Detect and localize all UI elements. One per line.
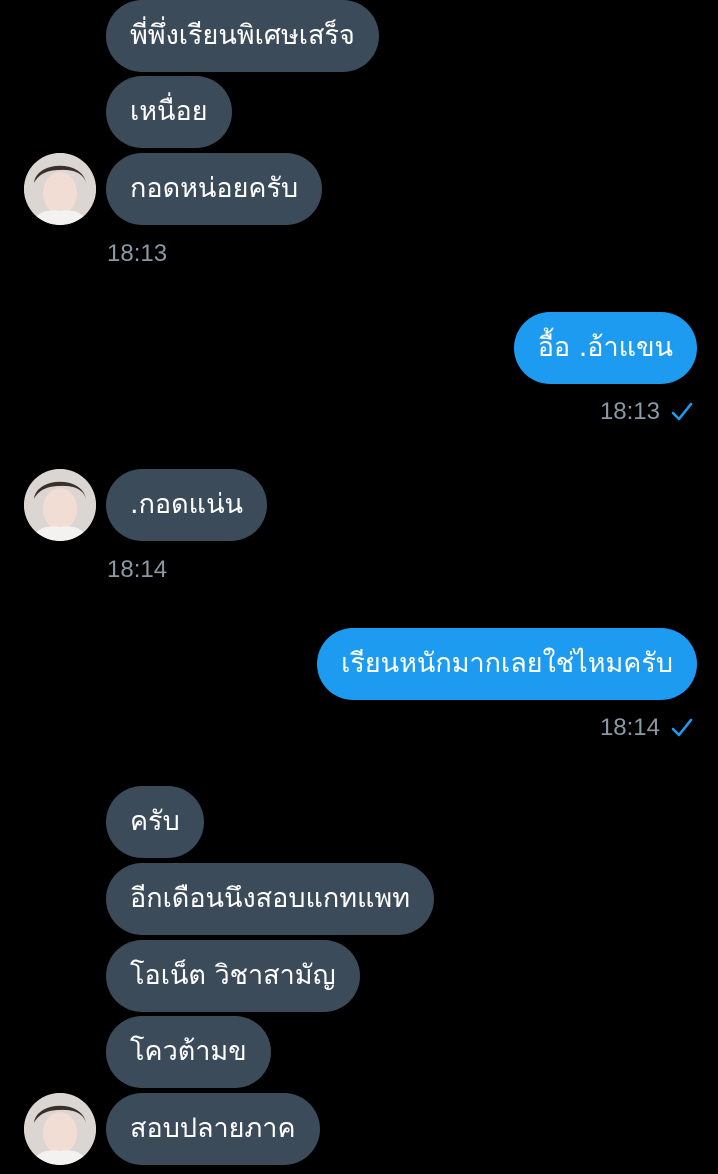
message-bubble-incoming[interactable]: ครับ [106,786,204,858]
message-bubble-incoming[interactable]: .กอดแน่น [106,469,267,541]
message-bubble-incoming[interactable]: โอเน็ต วิชาสามัญ [106,940,360,1012]
sender-avatar[interactable] [24,469,96,541]
checkmark-icon [671,402,693,421]
message-bubble-outgoing[interactable]: อื้อ .อ้าแขน [513,312,697,384]
message-text: สอบปลายภาค [130,1113,296,1144]
message-timestamp: 18:14 [107,556,168,583]
message-bubble-incoming[interactable]: กอดหน่อยครับ [106,153,323,225]
message-text: พี่พึ่งเรียนพิเศษเสร็จ [130,20,355,51]
checkmark-icon [671,718,693,737]
avatar-photo-icon [24,1093,96,1165]
message-text: เรียนหนักมากเลยใช่ไหมครับ [341,648,673,679]
sender-avatar[interactable] [24,1093,96,1165]
message-text: อีกเดือนนึงสอบแกทแพท [130,883,411,914]
message-text: ครับ [130,806,180,837]
message-text: อื้อ .อ้าแขน [537,332,673,363]
avatar-photo-icon [24,153,96,225]
message-bubble-incoming[interactable]: โควต้ามข [106,1016,271,1088]
sender-avatar[interactable] [24,153,96,225]
message-bubble-incoming[interactable]: สอบปลายภาค [106,1093,320,1165]
message-bubble-incoming[interactable]: อีกเดือนนึงสอบแกทแพท [106,863,435,935]
message-text: โอเน็ต วิชาสามัญ [130,960,336,991]
message-timestamp: 18:14 [599,714,660,741]
message-text: เหนื่อย [130,96,208,127]
message-timestamp: 18:13 [599,398,660,425]
avatar-photo-icon [24,469,96,541]
message-text: .กอดแน่น [130,489,243,520]
message-bubble-incoming[interactable]: พี่พึ่งเรียนพิเศษเสร็จ [106,0,379,72]
message-bubble-outgoing[interactable]: เรียนหนักมากเลยใช่ไหมครับ [317,628,697,700]
message-text: โควต้ามข [130,1036,247,1067]
message-text: กอดหน่อยครับ [130,173,299,204]
message-timestamp: 18:13 [107,240,168,267]
message-bubble-incoming[interactable]: เหนื่อย [106,76,232,148]
